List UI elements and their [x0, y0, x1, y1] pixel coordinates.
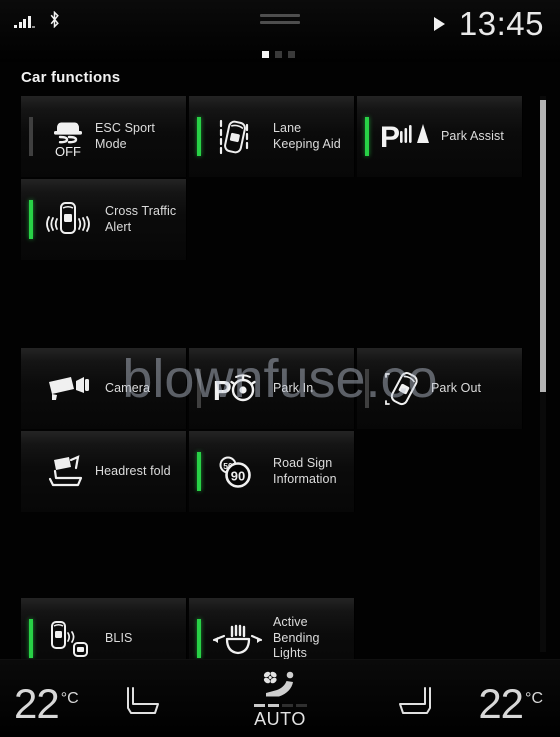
status-indicator-bar	[197, 369, 201, 408]
fan-segment-3[interactable]	[281, 704, 293, 707]
park-assist-icon: P	[380, 115, 429, 159]
status-indicator-bar	[197, 452, 201, 491]
lane-keeping-aid-icon	[214, 115, 258, 159]
park-in-icon: P	[213, 367, 258, 411]
panel-drag-handle[interactable]	[260, 14, 300, 24]
status-indicator-bar	[29, 200, 33, 239]
tile-park-in[interactable]: P Park In	[189, 348, 355, 429]
fan-segment-1[interactable]	[253, 704, 265, 707]
tile-park-assist[interactable]: P Park Assist	[357, 96, 523, 177]
svg-text:P: P	[380, 121, 400, 154]
svg-text:OFF: OFF	[55, 144, 81, 159]
driver-temperature-value: 22	[14, 680, 60, 727]
status-indicator-bar	[365, 369, 369, 408]
tile-cross-traffic-alert[interactable]: Cross Traffic Alert	[21, 179, 187, 260]
status-bar-right: 13:45	[433, 5, 544, 42]
infotainment-screen: 13:45 Car functions OFF ESC Sport Mode L…	[0, 0, 560, 737]
cellular-signal-icon	[14, 15, 35, 28]
tile-label: ESC Sport Mode	[95, 121, 155, 151]
car-functions-grid: OFF ESC Sport Mode Lane Keeping Aid P Pa…	[0, 96, 560, 679]
tile-esc-sport-mode[interactable]: OFF ESC Sport Mode	[21, 96, 187, 177]
fan-segment-4[interactable]	[295, 704, 307, 707]
park-out-icon	[382, 367, 426, 411]
status-indicator-bar	[29, 117, 33, 156]
page-dot-2[interactable]	[275, 51, 282, 58]
passenger-temperature-unit: °C	[525, 690, 543, 707]
page-indicator-dots[interactable]	[262, 51, 295, 58]
cross-traffic-alert-icon	[46, 198, 90, 242]
tile-label: Camera	[105, 380, 151, 395]
tile-headrest-fold[interactable]: Headrest fold	[21, 431, 187, 512]
status-indicator-bar	[365, 117, 369, 156]
tile-label: Lane Keeping Aid	[273, 121, 341, 151]
svg-text:90: 90	[231, 468, 245, 483]
tile-label: Park Assist	[441, 128, 504, 143]
tile-road-sign-information[interactable]: 50 90 Road Sign Information	[189, 431, 355, 512]
esc-off-icon: OFF	[46, 115, 90, 159]
svg-text:P: P	[213, 375, 232, 406]
tile-label: BLIS	[105, 630, 133, 645]
tile-label: Park In	[273, 380, 314, 395]
status-bar: 13:45	[0, 0, 560, 62]
passenger-temperature[interactable]: 22 °C	[478, 678, 543, 725]
blis-icon	[46, 617, 90, 661]
camera-icon	[46, 367, 90, 411]
tile-label: Park Out	[431, 380, 482, 395]
driver-temperature-unit: °C	[60, 690, 79, 707]
passenger-temperature-value: 22	[478, 680, 524, 727]
status-indicator-bar	[197, 619, 201, 658]
status-bar-left-icons	[14, 11, 61, 28]
bluetooth-icon	[48, 11, 61, 28]
clock: 13:45	[458, 5, 544, 42]
tile-park-out[interactable]: Park Out	[357, 348, 523, 429]
page-dot-3[interactable]	[288, 51, 295, 58]
status-indicator-bar	[197, 117, 201, 156]
auto-climate-icon	[263, 671, 294, 697]
road-sign-info-icon: 50 90	[214, 450, 258, 494]
seat-heating-right-icon[interactable]	[388, 682, 440, 722]
active-bending-lights-icon	[212, 617, 263, 661]
scrollbar-thumb[interactable]	[540, 100, 546, 392]
fan-speed-segments[interactable]	[253, 704, 307, 707]
page-title: Car functions	[21, 69, 121, 86]
auto-label: AUTO	[254, 709, 306, 729]
climate-bar: 22 °C AUTO 22 °C	[0, 659, 560, 737]
tile-label: Road Sign Information	[273, 456, 337, 486]
tile-label: Headrest fold	[95, 463, 171, 478]
media-play-icon[interactable]	[433, 17, 445, 31]
auto-climate-button[interactable]: AUTO	[246, 669, 314, 729]
driver-temperature[interactable]: 22 °C	[14, 678, 79, 725]
tile-camera[interactable]: Camera	[21, 348, 187, 429]
tile-label: Cross Traffic Alert	[105, 204, 177, 234]
tile-label: Active Bending Lights	[273, 615, 320, 661]
fan-segment-2[interactable]	[267, 704, 279, 707]
tile-lane-keeping-aid[interactable]: Lane Keeping Aid	[189, 96, 355, 177]
seat-heating-left-icon[interactable]	[118, 682, 170, 722]
headrest-fold-icon	[46, 450, 90, 494]
status-indicator-bar	[29, 619, 33, 658]
page-dot-1[interactable]	[262, 51, 269, 58]
